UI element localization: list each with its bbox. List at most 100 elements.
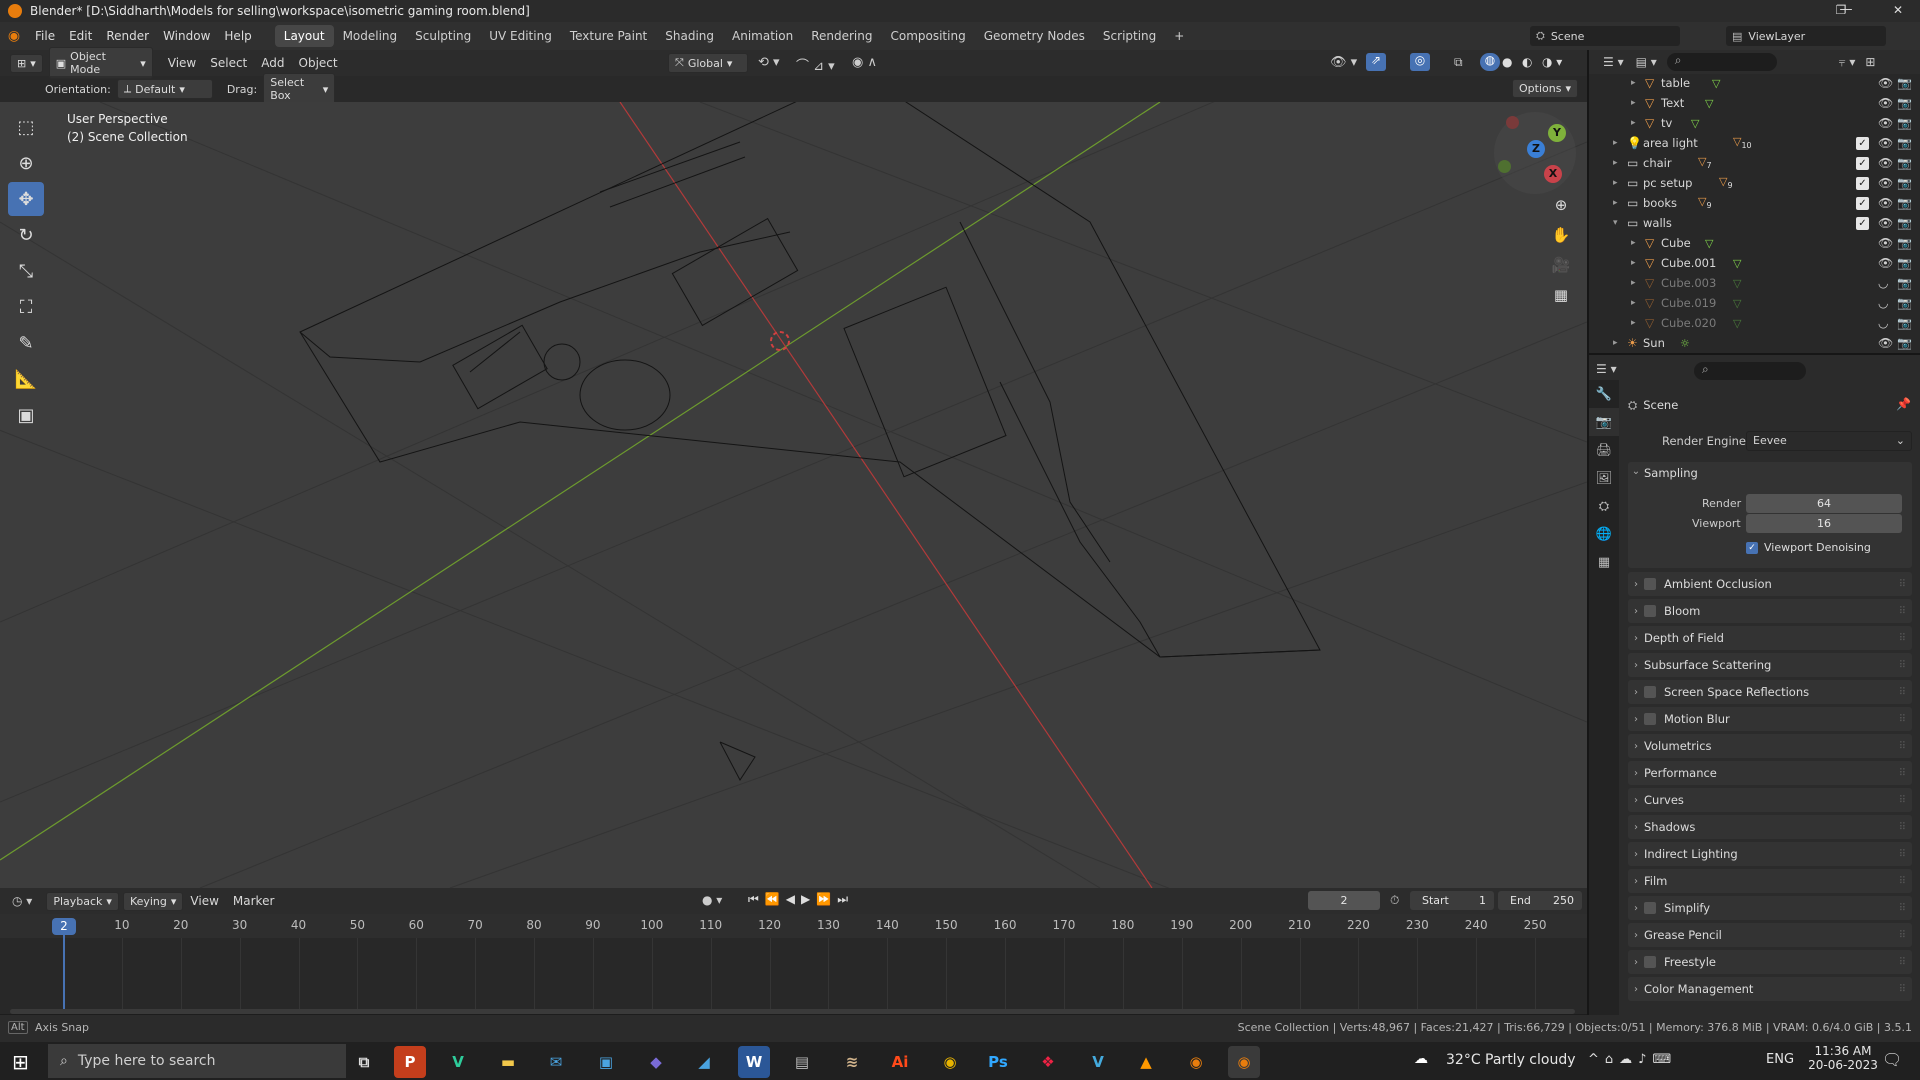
3d-viewport[interactable] xyxy=(0,102,1587,888)
chevron-right-icon[interactable]: ▸ xyxy=(1613,198,1618,208)
blender-active-taskbar-icon[interactable]: ◉ xyxy=(1228,1046,1260,1078)
camera-view-icon[interactable]: 🎥 xyxy=(1548,252,1574,278)
cursor-tool-icon[interactable]: ⊕ xyxy=(8,146,44,180)
drag-grip-icon[interactable]: ⠿ xyxy=(1899,714,1906,725)
eye-icon[interactable]: 👁 xyxy=(1878,116,1893,130)
chevron-right-icon[interactable]: ▸ xyxy=(1631,238,1636,248)
app-v-icon[interactable]: V xyxy=(442,1046,474,1078)
outliner-row-walls[interactable]: ▾ ▭ walls ✓ 👁 📷 xyxy=(1589,213,1920,233)
panel-shadows[interactable]: › Shadows ⠿ xyxy=(1628,815,1912,839)
panel-subsurface-scattering[interactable]: › Subsurface Scattering ⠿ xyxy=(1628,653,1912,677)
zoom-icon[interactable]: ⊕ xyxy=(1548,192,1574,218)
drag-grip-icon[interactable]: ⠿ xyxy=(1899,687,1906,698)
menu-add[interactable]: Add xyxy=(254,56,291,70)
app-stack-icon[interactable]: ≋ xyxy=(836,1046,868,1078)
outliner-row-table[interactable]: ▸ ▽ table ▽ 👁 📷 xyxy=(1589,73,1920,93)
render-toggle-icon[interactable]: 📷 xyxy=(1897,156,1912,170)
drag-grip-icon[interactable]: ⠿ xyxy=(1899,795,1906,806)
mode-dropdown[interactable]: ▣ Object Mode ▾ xyxy=(48,47,153,79)
chevron-right-icon[interactable]: ▸ xyxy=(1613,158,1618,168)
drag-grip-icon[interactable]: ⠿ xyxy=(1899,984,1906,995)
wireframe-shading-icon[interactable]: ◍ xyxy=(1480,53,1500,71)
eye-icon[interactable]: 👁 xyxy=(1878,96,1893,110)
rendered-shading-icon[interactable]: ◑ ▾ xyxy=(1542,55,1562,69)
menu-file[interactable]: File xyxy=(28,29,62,43)
store-icon[interactable]: ▣ xyxy=(590,1046,622,1078)
menu-window[interactable]: Window xyxy=(156,29,217,43)
panel-enable-checkbox[interactable] xyxy=(1644,605,1656,617)
measure-tool-icon[interactable]: 📐 xyxy=(8,362,44,396)
chevron-right-icon[interactable]: ▸ xyxy=(1631,98,1636,108)
scene-tab-icon[interactable]: ⛭ xyxy=(1589,492,1619,520)
gizmo-y-axis[interactable]: Y xyxy=(1548,124,1566,142)
panel-grease-pencil[interactable]: › Grease Pencil ⠿ xyxy=(1628,923,1912,947)
next-key-icon[interactable]: ⏩ xyxy=(816,892,837,906)
panel-simplify[interactable]: › Simplify ⠿ xyxy=(1628,896,1912,920)
panel-depth-of-field[interactable]: › Depth of Field ⠿ xyxy=(1628,626,1912,650)
render-toggle-icon[interactable]: 📷 xyxy=(1897,196,1912,210)
exclude-checkbox[interactable]: ✓ xyxy=(1856,136,1869,150)
visibility-icon[interactable]: 👁 ▾ xyxy=(1330,55,1357,70)
vlc-icon[interactable]: ▲ xyxy=(1130,1046,1162,1078)
drag-grip-icon[interactable]: ⠿ xyxy=(1899,633,1906,644)
tab-texture-paint[interactable]: Texture Paint xyxy=(561,25,656,47)
outliner-row-pc-setup[interactable]: ▸ ▭ pc setup ▽9 ✓ 👁 📷 xyxy=(1589,173,1920,193)
new-collection-icon[interactable]: ⊞ xyxy=(1865,55,1875,69)
gizmo-z-axis[interactable]: Z xyxy=(1527,140,1545,158)
render-toggle-icon[interactable]: 📷 xyxy=(1897,256,1912,270)
timeline-menu-marker[interactable]: Marker xyxy=(226,894,281,908)
tab-compositing[interactable]: Compositing xyxy=(881,25,974,47)
eye-icon[interactable]: 👁 xyxy=(1878,196,1893,210)
jump-start-icon[interactable]: ⏮ xyxy=(748,892,765,906)
eye-icon[interactable]: 👁 xyxy=(1878,156,1893,170)
gizmo-neg-y[interactable] xyxy=(1498,160,1511,173)
illustrator-icon[interactable]: Ai xyxy=(884,1046,916,1078)
gizmo-toggle-icon[interactable]: ⇗ xyxy=(1366,53,1386,71)
exclude-checkbox[interactable]: ✓ xyxy=(1856,216,1869,230)
hidden-eye-icon[interactable]: ◡ xyxy=(1878,316,1888,330)
panel-film[interactable]: › Film ⠿ xyxy=(1628,869,1912,893)
outliner-row-cube-020[interactable]: ▸ ▽ Cube.020 ▽ ◡ 📷 xyxy=(1589,313,1920,333)
display-mode-icon[interactable]: ▤ ▾ xyxy=(1636,55,1657,69)
pan-hand-icon[interactable]: ✋ xyxy=(1548,222,1574,248)
render-toggle-icon[interactable]: 📷 xyxy=(1897,216,1912,230)
hidden-eye-icon[interactable]: ◡ xyxy=(1878,276,1888,290)
render-toggle-icon[interactable]: 📷 xyxy=(1897,296,1912,310)
view-layer-selector[interactable]: ▤ ViewLayer xyxy=(1726,26,1886,46)
playhead-marker[interactable]: 2 xyxy=(52,918,76,935)
xray-icon[interactable]: ⧉ xyxy=(1454,55,1463,70)
tab-rendering[interactable]: Rendering xyxy=(802,25,881,47)
playback-dropdown[interactable]: Playback ▾ xyxy=(46,891,119,911)
pin-icon[interactable]: 📌 xyxy=(1896,397,1911,411)
panel-volumetrics[interactable]: › Volumetrics ⠿ xyxy=(1628,734,1912,758)
add-workspace-button[interactable]: + xyxy=(1165,25,1193,47)
panel-performance[interactable]: › Performance ⠿ xyxy=(1628,761,1912,785)
language-indicator[interactable]: ENG xyxy=(1766,1052,1794,1067)
drag-grip-icon[interactable]: ⠿ xyxy=(1899,822,1906,833)
drag-grip-icon[interactable]: ⠿ xyxy=(1899,957,1906,968)
panel-enable-checkbox[interactable] xyxy=(1644,686,1656,698)
pivot-icon[interactable]: ⟲ ▾ xyxy=(758,55,780,70)
start-frame-field[interactable]: Start 1 xyxy=(1410,891,1494,910)
panel-freestyle[interactable]: › Freestyle ⠿ xyxy=(1628,950,1912,974)
chevron-right-icon[interactable]: ▸ xyxy=(1631,298,1636,308)
select-box-icon[interactable]: ⬚ xyxy=(8,110,44,144)
outliner-search-input[interactable]: ⌕ xyxy=(1666,53,1777,71)
eye-icon[interactable]: 👁 xyxy=(1878,336,1893,350)
timeline-editor-icon[interactable]: ◷ ▾ xyxy=(12,894,32,908)
chevron-right-icon[interactable]: ▸ xyxy=(1631,258,1636,268)
render-toggle-icon[interactable]: 📷 xyxy=(1897,116,1912,130)
clock-icon[interactable]: ⏱ xyxy=(1390,893,1399,908)
maximize-button[interactable]: ❐ xyxy=(1826,0,1856,22)
keying-dropdown[interactable]: Keying ▾ xyxy=(122,891,184,911)
render-toggle-icon[interactable]: 📷 xyxy=(1897,96,1912,110)
navigation-gizmo[interactable]: Y Z X xyxy=(1494,112,1576,194)
chevron-right-icon[interactable]: ▸ xyxy=(1631,318,1636,328)
viewport-denoising-checkbox[interactable]: ✓ xyxy=(1746,542,1758,554)
volume-icon[interactable]: ♪ xyxy=(1638,1052,1652,1067)
word-icon[interactable]: W xyxy=(738,1046,770,1078)
menu-view[interactable]: View xyxy=(161,56,203,70)
outliner-row-cube-019[interactable]: ▸ ▽ Cube.019 ▽ ◡ 📷 xyxy=(1589,293,1920,313)
hidden-eye-icon[interactable]: ◡ xyxy=(1878,296,1888,310)
tab-layout[interactable]: Layout xyxy=(274,25,334,47)
